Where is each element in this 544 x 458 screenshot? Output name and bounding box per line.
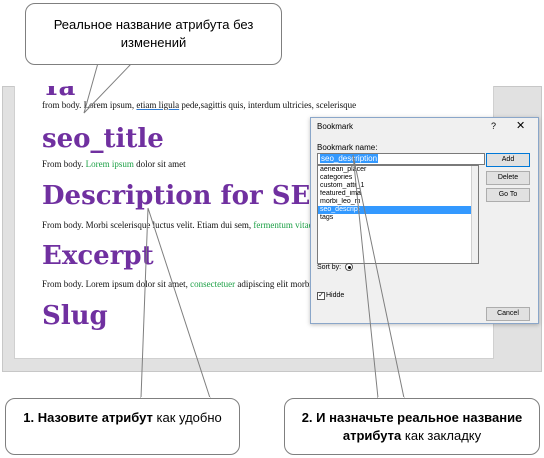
callout-step-2: 2. И назначьте реальное название атрибут… <box>284 398 540 455</box>
callout-step-1: 1. Назовите атрибут как удобно <box>5 398 240 455</box>
callout-connectors <box>83 62 405 399</box>
callout-real-name: Реальное название атрибута без изменений <box>25 3 282 65</box>
top-callout-pointer <box>83 62 133 114</box>
right-callout-pointer <box>352 154 405 399</box>
left-callout-pointer <box>140 207 211 399</box>
